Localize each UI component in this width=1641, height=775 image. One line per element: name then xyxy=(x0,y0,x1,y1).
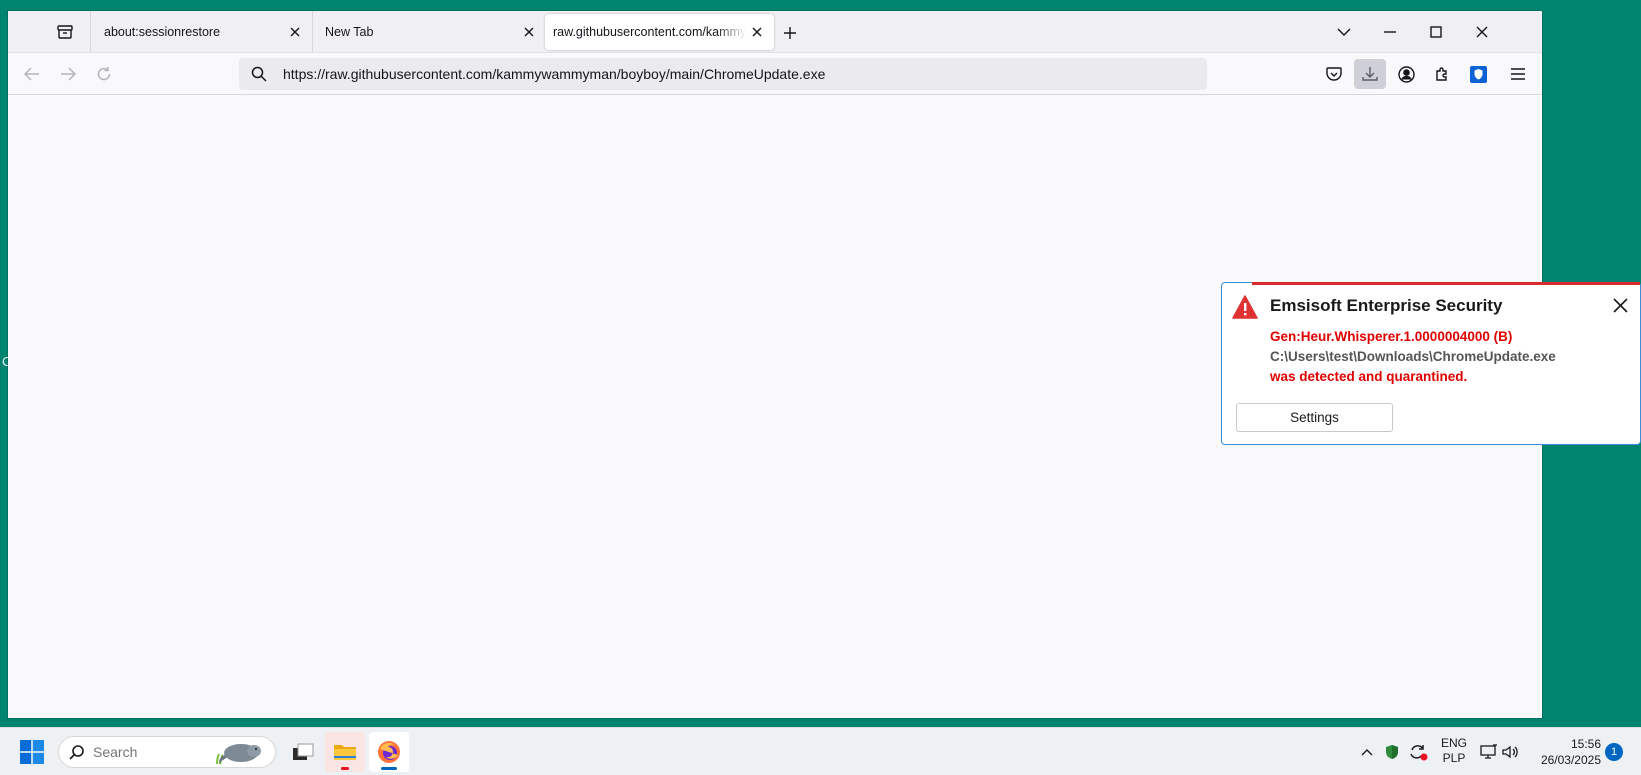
tab-title: about:sessionrestore xyxy=(104,25,221,39)
account-icon xyxy=(1397,65,1415,83)
tray-volume-button[interactable] xyxy=(1499,732,1523,772)
network-icon xyxy=(1480,744,1497,759)
close-icon xyxy=(1476,26,1488,38)
tab-new-tab[interactable]: New Tab xyxy=(313,14,546,50)
firefox-view-button[interactable] xyxy=(48,18,82,46)
task-view-button[interactable] xyxy=(285,732,321,772)
app-attention-indicator xyxy=(341,767,349,770)
search-icon xyxy=(239,66,279,82)
defender-shield-icon xyxy=(1386,745,1398,759)
plus-icon xyxy=(784,27,796,39)
search-icon xyxy=(69,745,84,760)
taskbar: ENG PLP 15:56 26/03/2025 1 xyxy=(0,727,1641,775)
back-arrow-icon xyxy=(24,67,39,81)
start-button[interactable] xyxy=(14,732,50,772)
shield-extension-button[interactable] xyxy=(1462,59,1494,89)
tab-active-download[interactable]: raw.githubusercontent.com/kammywammyman/… xyxy=(545,14,774,50)
url-input[interactable] xyxy=(279,66,1179,82)
firefox-icon xyxy=(378,741,400,763)
minimize-icon xyxy=(1384,31,1396,33)
forward-arrow-icon xyxy=(61,67,76,81)
reload-button[interactable] xyxy=(90,60,118,88)
clock-time: 15:56 xyxy=(1570,737,1601,751)
extensions-button[interactable] xyxy=(1426,59,1458,89)
close-icon xyxy=(524,27,534,37)
threat-file-path: C:\Users\test\Downloads\ChromeUpdate.exe xyxy=(1270,349,1556,364)
url-bar[interactable] xyxy=(239,58,1207,90)
tab-close-button[interactable] xyxy=(518,21,540,43)
language-code: ENG xyxy=(1440,736,1467,750)
hamburger-icon xyxy=(1511,68,1525,80)
file-explorer-button[interactable] xyxy=(325,732,365,772)
minimize-button[interactable] xyxy=(1375,17,1405,47)
close-icon xyxy=(290,27,300,37)
tab-sessionrestore[interactable]: about:sessionrestore xyxy=(92,14,312,50)
speaker-icon xyxy=(1502,745,1518,759)
firefox-taskbar-button[interactable] xyxy=(369,732,409,772)
notification-close-button[interactable] xyxy=(1608,293,1632,317)
taskbar-search-input[interactable] xyxy=(93,744,213,760)
show-hidden-icons-button[interactable] xyxy=(1355,732,1379,772)
pocket-button[interactable] xyxy=(1318,59,1350,89)
forward-button[interactable] xyxy=(54,60,82,88)
pocket-icon xyxy=(1326,66,1342,81)
input-language-indicator[interactable]: ENG PLP xyxy=(1437,736,1471,766)
tab-title: raw.githubusercontent.com/kammywammyman/… xyxy=(553,25,746,39)
threat-status: was detected and quarantined. xyxy=(1270,369,1468,384)
downloads-button[interactable] xyxy=(1354,59,1386,89)
chevron-down-icon xyxy=(1337,28,1351,36)
security-notification: Emsisoft Enterprise Security Gen:Heur.Wh… xyxy=(1221,282,1641,445)
settings-button[interactable]: Settings xyxy=(1236,403,1393,432)
tray-defender-button[interactable] xyxy=(1380,732,1404,772)
close-window-button[interactable] xyxy=(1467,17,1497,47)
tab-separator xyxy=(90,11,91,53)
back-button[interactable] xyxy=(18,60,46,88)
shield-icon xyxy=(1469,65,1487,83)
notification-title: Emsisoft Enterprise Security xyxy=(1270,296,1503,315)
new-tab-button[interactable] xyxy=(778,21,802,45)
close-icon xyxy=(752,27,762,37)
app-menu-button[interactable] xyxy=(1502,59,1534,89)
puzzle-icon xyxy=(1436,67,1447,81)
clock[interactable]: 15:56 26/03/2025 xyxy=(1531,736,1601,768)
maximize-icon xyxy=(1430,26,1442,38)
tab-strip: about:sessionrestore New Tab raw.githubu… xyxy=(8,11,1542,53)
app-active-indicator xyxy=(381,767,397,770)
taskbar-search-box[interactable] xyxy=(58,736,276,768)
tray-emsisoft-button[interactable] xyxy=(1405,732,1431,772)
reload-icon xyxy=(97,67,111,81)
sync-alert-icon xyxy=(1410,745,1428,761)
warning-icon xyxy=(1232,295,1258,319)
windows-logo-icon xyxy=(20,740,44,764)
manatee-icon xyxy=(216,744,261,765)
account-button[interactable] xyxy=(1390,59,1422,89)
tab-close-button[interactable] xyxy=(284,21,306,43)
download-icon xyxy=(1362,67,1378,81)
tab-title: New Tab xyxy=(325,25,374,39)
notification-count-badge[interactable]: 1 xyxy=(1605,743,1623,761)
threat-name: Gen:Heur.Whisperer.1.0000004000 (B) xyxy=(1270,329,1513,344)
tray-network-button[interactable] xyxy=(1477,732,1501,772)
firefox-view-icon xyxy=(57,25,73,39)
notification-accent xyxy=(1252,282,1640,285)
clock-date: 26/03/2025 xyxy=(1540,753,1601,767)
tab-close-button[interactable] xyxy=(746,21,768,43)
navigation-toolbar xyxy=(8,53,1542,95)
chevron-up-icon xyxy=(1361,749,1373,756)
keyboard-layout: PLP xyxy=(1442,751,1466,765)
close-icon xyxy=(1612,297,1628,313)
task-view-icon xyxy=(293,743,314,760)
maximize-button[interactable] xyxy=(1421,17,1451,47)
folder-icon xyxy=(334,745,356,760)
list-all-tabs-button[interactable] xyxy=(1329,17,1359,47)
